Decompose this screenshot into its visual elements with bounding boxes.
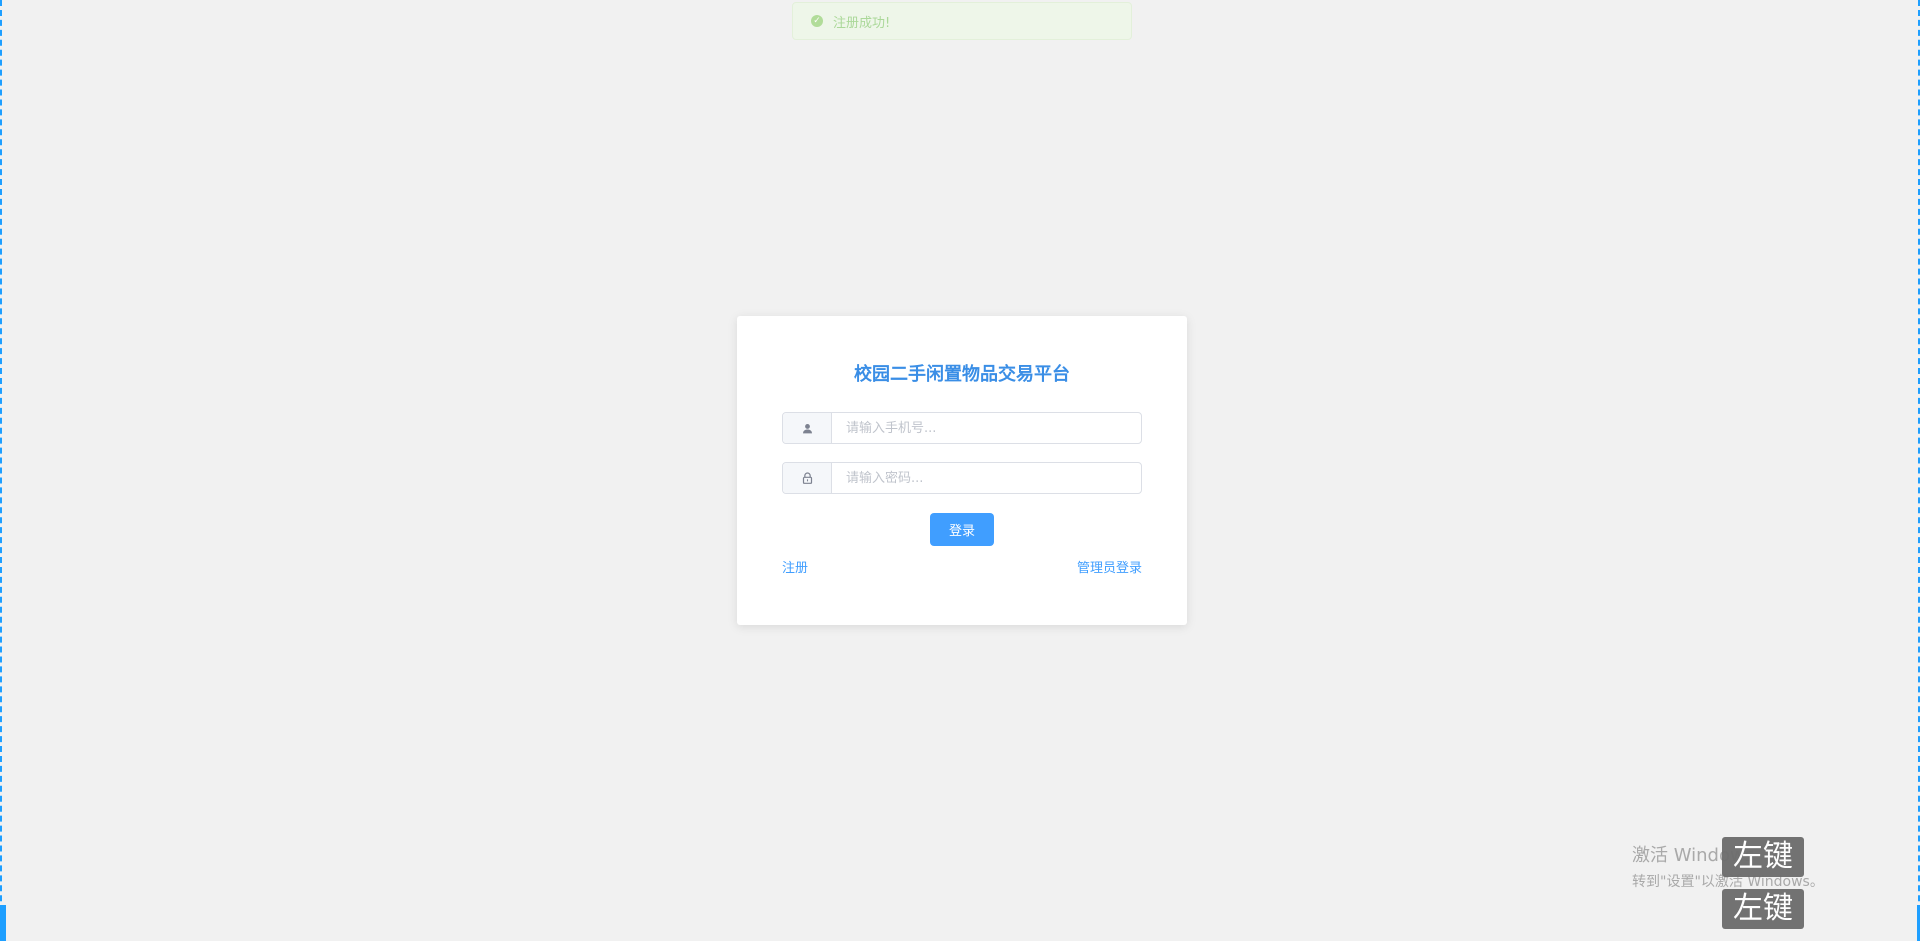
toast-message: 注册成功! [833, 15, 891, 31]
admin-login-link[interactable]: 管理员登录 [1077, 557, 1142, 576]
login-button[interactable]: 登录 [930, 513, 994, 546]
left-click-badge: 左键 [1722, 837, 1804, 877]
register-link[interactable]: 注册 [782, 557, 808, 576]
success-toast: ✓ 注册成功! [792, 2, 1132, 40]
phone-input-group [782, 412, 1142, 444]
left-edge-bar [0, 905, 6, 941]
check-circle-icon: ✓ [811, 15, 823, 27]
page-title: 校园二手闲置物品交易平台 [854, 364, 1070, 385]
left-click-badge: 左键 [1722, 889, 1804, 929]
phone-input[interactable] [832, 413, 1141, 443]
user-icon [783, 413, 832, 443]
app-root: ✓ 注册成功! 校园二手闲置物品交易平台 登录 [0, 0, 1920, 941]
login-card: 校园二手闲置物品交易平台 登录 注册 管理员登录 [737, 316, 1187, 625]
password-input-group [782, 462, 1142, 494]
password-input[interactable] [832, 463, 1141, 493]
lock-icon [783, 463, 832, 493]
